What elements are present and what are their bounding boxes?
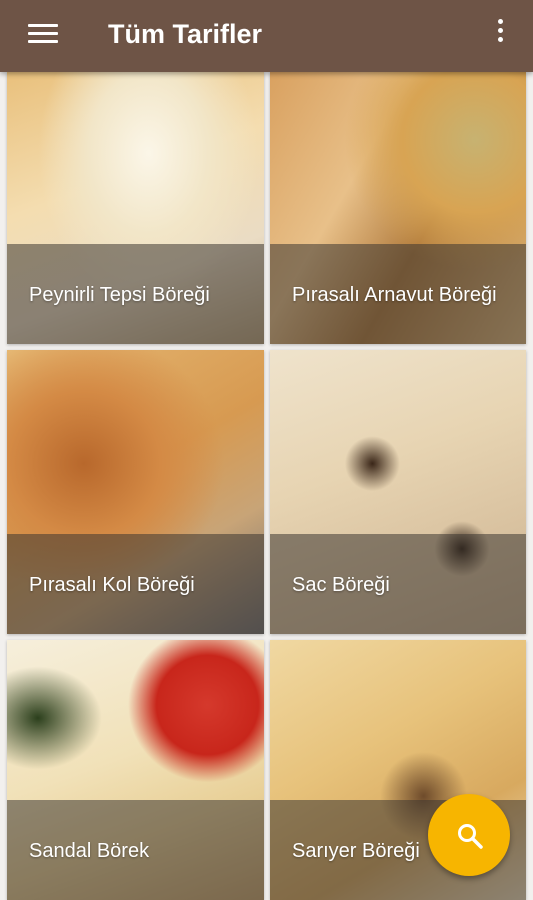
app-bar: Tüm Tarifler [0,0,533,72]
search-icon [458,824,483,849]
recipe-grid: Peynirli Tepsi Böreği Pırasalı Arnavut B… [0,72,533,900]
recipe-caption: Sandal Börek [7,800,264,900]
overflow-menu-button[interactable] [484,16,516,48]
recipe-card[interactable]: Sac Böreği [270,350,526,634]
recipe-card[interactable]: Pırasalı Kol Böreği [7,350,264,634]
recipe-title: Peynirli Tepsi Böreği [29,284,210,306]
recipe-card[interactable]: Pırasalı Arnavut Böreği [270,72,526,344]
recipe-card[interactable]: Sandal Börek [7,640,264,900]
recipe-title: Sac Böreği [292,574,390,596]
recipe-caption: Pırasalı Arnavut Böreği [270,244,526,344]
page-title: Tüm Tarifler [108,19,263,49]
menu-button[interactable] [22,20,58,52]
search-fab-button[interactable] [428,794,510,876]
more-vertical-icon [498,19,503,24]
recipe-title: Sarıyer Böreği [292,840,420,862]
recipe-caption: Pırasalı Kol Böreği [7,534,264,634]
recipe-title: Pırasalı Arnavut Böreği [292,284,497,306]
hamburger-menu-icon [28,24,58,27]
recipe-caption: Sac Böreği [270,534,526,634]
recipe-title: Pırasalı Kol Böreği [29,574,195,596]
recipe-title: Sandal Börek [29,840,150,862]
recipe-caption: Peynirli Tepsi Böreği [7,244,264,344]
recipe-card[interactable]: Peynirli Tepsi Böreği [7,72,264,344]
